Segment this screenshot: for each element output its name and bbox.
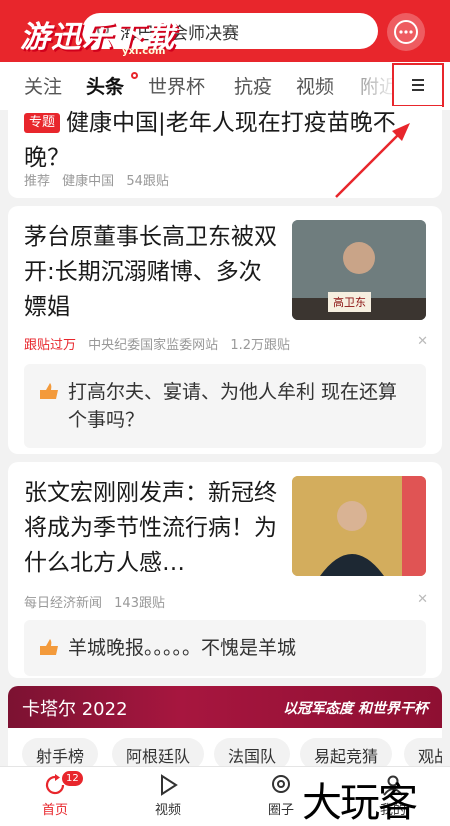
topic-tag: 专题 xyxy=(24,113,61,133)
hot-comment-text: 羊城晚报。。。。。不愧是羊城 xyxy=(68,637,297,659)
message-button[interactable] xyxy=(387,13,425,51)
meta-recommend: 推荐 xyxy=(24,174,51,189)
worldcup-card[interactable]: 卡塔尔 2022 以冠军态度 和世界干杯 射手榜 阿根廷队 法国队 易起竞猜 观… xyxy=(8,686,442,766)
nav-video[interactable]: 视频 xyxy=(133,773,203,818)
hot-label: 跟贴过万 xyxy=(24,338,77,353)
chip-france[interactable]: 法国队 xyxy=(214,738,291,766)
channel-menu-button[interactable] xyxy=(392,63,444,107)
nav-video-label: 视频 xyxy=(154,803,181,818)
chip-top-scorers[interactable]: 射手榜 xyxy=(22,738,99,766)
tab-video[interactable]: 视频 xyxy=(296,72,334,99)
worldcup-slogan: 以冠军态度 和世界干杯 xyxy=(283,701,428,717)
news-card-zhang[interactable]: 张文宏刚刚发声：新冠终将成为季节性流行病！为什么北方人感… 每日经济新闻 143… xyxy=(8,462,442,678)
meta-source: 中央纪委国家监委网站 xyxy=(88,338,219,353)
tab-headlines[interactable]: 头条 xyxy=(86,72,124,99)
chat-bubble-icon xyxy=(394,20,418,44)
site-watermark-url: yxi.com xyxy=(122,46,166,57)
meta-source: 每日经济新闻 xyxy=(24,596,103,611)
channel-tab-bar: 关注 头条 世界杯 抗疫 视频 附近 xyxy=(0,62,450,110)
dismiss-icon[interactable]: ✕ xyxy=(417,334,428,349)
chip-watch[interactable]: 观战 xyxy=(404,738,442,766)
news-headline: 茅台原董事长高卫东被双开:长期沉溺赌博、多次嫖娼 xyxy=(24,224,277,320)
news-meta: 每日经济新闻 143跟贴 xyxy=(24,592,173,611)
news-thumbnail xyxy=(292,476,426,576)
thumbnail-caption: 高卫东 xyxy=(328,292,371,312)
hot-comment-icon xyxy=(40,639,58,655)
hot-comment-icon xyxy=(40,383,58,399)
meta-comments: 54跟贴 xyxy=(126,174,169,189)
news-card-maotai[interactable]: 茅台原董事长高卫东被双开:长期沉溺赌博、多次嫖娼 高卫东 跟贴过万 中央纪委国家… xyxy=(8,206,442,454)
nav-circle-label: 圈子 xyxy=(267,803,294,818)
hot-comment-box[interactable]: 羊城晚报。。。。。不愧是羊城 xyxy=(24,620,426,676)
location-circle-icon xyxy=(272,775,290,793)
person-photo-icon xyxy=(292,476,426,576)
news-headline: 张文宏刚刚发声：新冠终将成为季节性流行病！为什么北方人感… xyxy=(24,480,277,576)
chip-guess[interactable]: 易起竞猜 xyxy=(300,738,393,766)
tab-follow[interactable]: 关注 xyxy=(24,72,62,99)
news-meta: 推荐 健康中国 54跟贴 xyxy=(24,170,177,189)
annotation-arrow xyxy=(335,123,410,198)
hot-comment-text: 打高尔夫、宴请、为他人牟利 现在还算个事吗？ xyxy=(68,381,398,431)
meta-comments: 143跟贴 xyxy=(114,596,165,611)
menu-icon xyxy=(412,79,424,91)
worldcup-title: 卡塔尔 2022 xyxy=(22,699,128,720)
tab-fade-overlay xyxy=(330,62,400,110)
nav-home[interactable]: 12 首页 xyxy=(20,771,90,818)
play-icon xyxy=(161,774,178,796)
brand-watermark: 大玩客 xyxy=(302,780,418,826)
hot-comment-box[interactable]: 打高尔夫、宴请、为他人牟利 现在还算个事吗？ xyxy=(24,364,426,448)
news-meta: 跟贴过万 中央纪委国家监委网站 1.2万跟贴 xyxy=(24,334,298,353)
home-badge: 12 xyxy=(62,771,83,786)
dismiss-icon[interactable]: ✕ xyxy=(417,592,428,607)
nav-home-label: 首页 xyxy=(41,803,68,818)
tab-epidemic[interactable]: 抗疫 xyxy=(234,72,272,99)
worldcup-banner[interactable]: 卡塔尔 2022 以冠军态度 和世界干杯 xyxy=(8,686,442,728)
meta-comments: 1.2万跟贴 xyxy=(230,338,290,353)
meta-source: 健康中国 xyxy=(62,174,115,189)
news-thumbnail: 高卫东 xyxy=(292,220,426,320)
tab-worldcup[interactable]: 世界杯 xyxy=(148,72,205,99)
chip-argentina[interactable]: 阿根廷队 xyxy=(112,738,205,766)
tab-new-dot xyxy=(131,72,138,79)
